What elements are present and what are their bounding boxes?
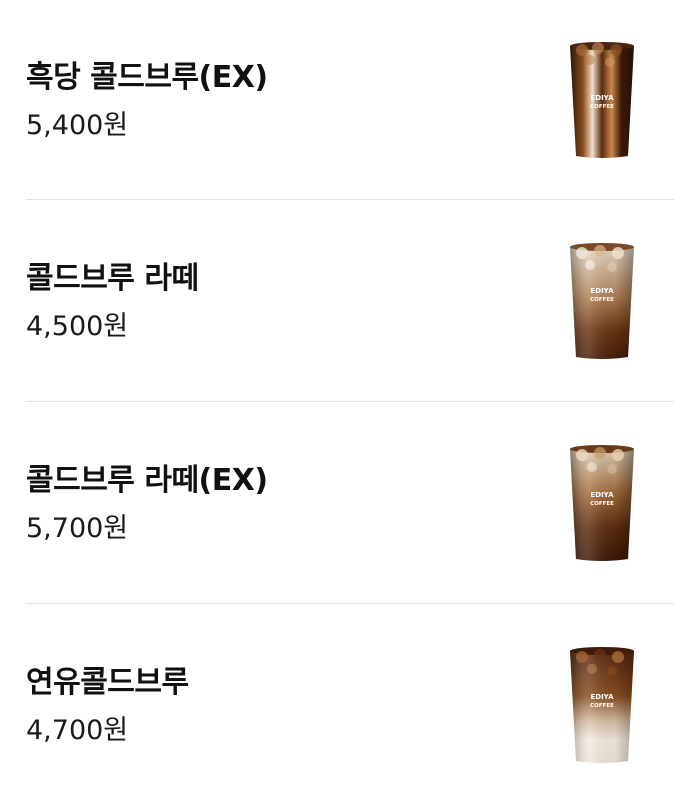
dark-sugar-cold-brew-cup-icon: EDIYA COFFEE (562, 36, 642, 162)
menu-item-price: 5,400원 (26, 110, 129, 141)
menu-item-price: 4,500원 (26, 311, 129, 342)
svg-text:EDIYA: EDIYA (590, 287, 614, 295)
cold-brew-latte-ex-cup-icon: EDIYA COFFEE (562, 439, 642, 565)
divider (26, 603, 674, 604)
divider (26, 401, 674, 402)
svg-text:EDIYA: EDIYA (590, 491, 614, 499)
cold-brew-latte-cup-icon: EDIYA COFFEE (562, 237, 642, 363)
menu-item-price: 5,700원 (26, 513, 129, 544)
menu-item-dark-sugar-cold-brew-ex[interactable]: 흑당 콜드브루(EX) 5,400원 EDIYA COFFEE (26, 0, 674, 202)
menu-item-condensed-milk-cold-brew[interactable]: 연유콜드브루 4,700원 EDIYA COFFEE (26, 605, 674, 807)
menu-list: 흑당 콜드브루(EX) 5,400원 EDIYA COFFEE 콜드브루 라떼 … (0, 0, 700, 805)
svg-text:COFFEE: COFFEE (590, 703, 614, 709)
svg-text:EDIYA: EDIYA (590, 94, 614, 102)
menu-item-name: 흑당 콜드브루(EX) (26, 60, 268, 95)
menu-item-price: 4,700원 (26, 715, 129, 746)
svg-text:COFFEE: COFFEE (590, 501, 614, 507)
menu-item-cold-brew-latte-ex[interactable]: 콜드브루 라떼(EX) 5,700원 EDIYA COFFEE (26, 403, 674, 605)
menu-item-cold-brew-latte[interactable]: 콜드브루 라떼 4,500원 EDIYA COFFEE (26, 201, 674, 403)
menu-item-name: 콜드브루 라떼 (26, 261, 199, 296)
svg-text:EDIYA: EDIYA (590, 693, 614, 701)
menu-item-name: 콜드브루 라떼(EX) (26, 463, 268, 498)
menu-item-name: 연유콜드브루 (26, 665, 189, 700)
svg-text:COFFEE: COFFEE (590, 104, 614, 110)
divider (26, 199, 674, 200)
condensed-milk-cold-brew-cup-icon: EDIYA COFFEE (562, 641, 642, 767)
svg-text:COFFEE: COFFEE (590, 297, 614, 303)
